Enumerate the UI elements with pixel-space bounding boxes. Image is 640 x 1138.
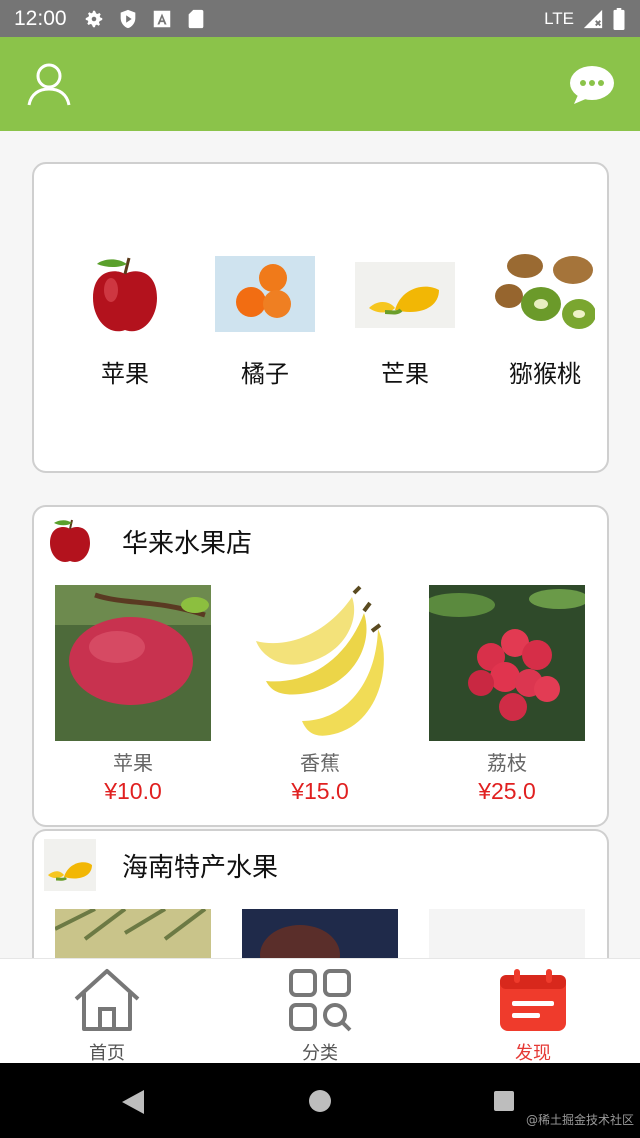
category-name: 苹果 [101, 360, 149, 388]
chat-icon[interactable] [568, 65, 616, 105]
product-item[interactable]: 荔枝 ¥25.0 [423, 585, 589, 805]
product-price: ¥10.0 [104, 778, 162, 804]
tab-label: 分类 [302, 1043, 338, 1064]
apple-image [75, 252, 175, 338]
category-name: 橘子 [241, 360, 289, 388]
category-item-mango[interactable]: 芒果 [345, 252, 465, 389]
text-a-icon [153, 10, 170, 27]
status-time: 12:00 [14, 6, 67, 30]
category-item-orange[interactable]: 橘子 [205, 252, 325, 389]
product-item[interactable]: 苹果 ¥10.0 [55, 585, 211, 805]
network-label: LTE [544, 8, 574, 28]
shop-card[interactable]: 海南特产水果 [32, 829, 609, 969]
app-bar [0, 37, 640, 131]
signal-icon [583, 9, 603, 28]
tab-category[interactable]: 分类 [265, 967, 375, 1065]
product-price: ¥25.0 [478, 778, 536, 804]
orange-image [215, 256, 315, 332]
shield-play-icon [120, 9, 135, 28]
category-item-apple[interactable]: 苹果 [65, 252, 185, 389]
category-name: 猕猴桃 [509, 360, 581, 388]
lychee-photo [423, 585, 589, 741]
product-name: 苹果 [113, 751, 153, 775]
status-right: LTE [544, 7, 626, 30]
shop-logo-mango [44, 839, 96, 891]
product-name: 荔枝 [487, 751, 527, 775]
bottom-nav: 首页 分类 发现 [0, 958, 640, 1065]
home-icon [74, 969, 140, 1031]
watermark: @稀土掘金技术社区 [525, 1113, 634, 1127]
battery-icon [613, 7, 625, 30]
system-nav-bar: @稀土掘金技术社区 [0, 1063, 640, 1138]
banana-photo [242, 585, 398, 741]
sd-card-icon [188, 9, 203, 28]
category-item-kiwi[interactable]: 猕猴桃 [485, 252, 605, 389]
home-circle-icon[interactable] [309, 1090, 331, 1112]
shop-card[interactable]: 华来水果店 苹果 ¥10.0 香蕉 ¥15.0 荔枝 ¥25.0 [32, 505, 609, 827]
kiwi-image [495, 252, 596, 338]
recents-icon[interactable] [494, 1091, 514, 1111]
gear-icon [85, 10, 102, 27]
product-item[interactable]: 香蕉 ¥15.0 [242, 585, 398, 805]
grid-search-icon [289, 969, 352, 1032]
apple-photo [55, 585, 211, 741]
tab-label: 发现 [515, 1043, 551, 1064]
back-icon[interactable] [122, 1090, 144, 1114]
product-name: 香蕉 [300, 751, 340, 775]
shop-header: 华来水果店 [44, 515, 252, 567]
tab-home[interactable]: 首页 [52, 967, 162, 1065]
tab-label: 首页 [89, 1043, 125, 1064]
status-bar: 12:00 LTE [0, 0, 640, 37]
user-icon[interactable] [26, 61, 72, 107]
tab-discover[interactable]: 发现 [478, 967, 588, 1065]
shop-title: 海南特产水果 [122, 852, 279, 883]
calendar-icon [500, 969, 566, 1031]
shop-header: 海南特产水果 [44, 839, 278, 891]
mango-image [355, 262, 455, 328]
product-price: ¥15.0 [291, 778, 349, 804]
category-card: 苹果 橘子 芒果 猕猴桃 [32, 162, 609, 473]
category-name: 芒果 [381, 360, 429, 388]
shop-logo-apple [50, 519, 90, 562]
shop-title: 华来水果店 [122, 528, 253, 559]
